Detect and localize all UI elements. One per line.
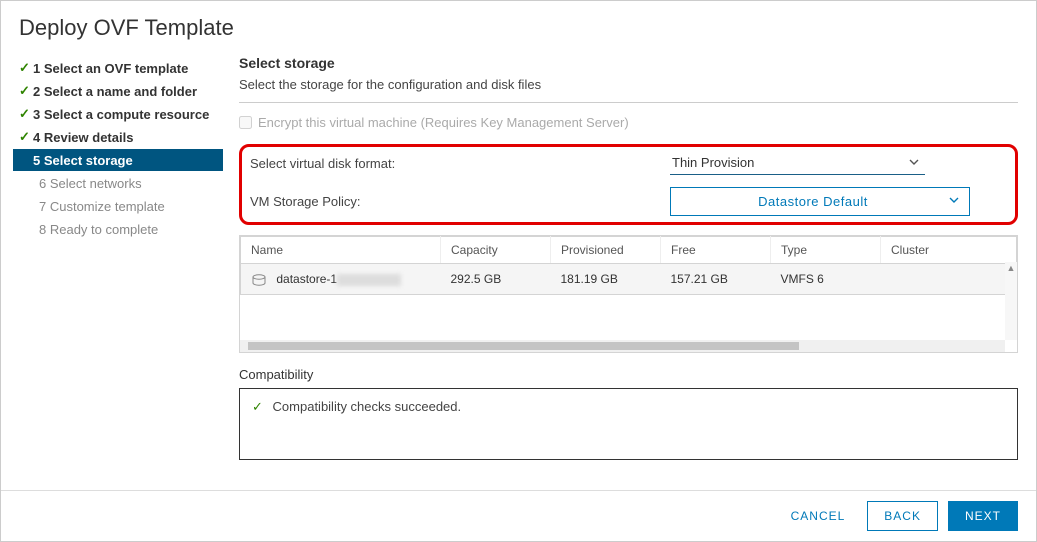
sidebar-item-label: 2 Select a name and folder [33, 84, 197, 99]
sidebar-step-customize-template: 7 Customize template [13, 195, 233, 217]
sidebar-item-label: 7 Customize template [39, 199, 165, 214]
dialog-footer: CANCEL BACK NEXT [1, 490, 1036, 541]
col-free[interactable]: Free [661, 237, 771, 264]
sidebar-item-label: 4 Review details [33, 130, 133, 145]
scrollbar-thumb[interactable] [248, 342, 799, 350]
deploy-ovf-dialog: Deploy OVF Template ✓ 1 Select an OVF te… [0, 0, 1037, 542]
next-button[interactable]: NEXT [948, 501, 1018, 531]
sidebar-step-select-networks: 6 Select networks [13, 172, 233, 194]
compatibility-label: Compatibility [239, 367, 1018, 382]
section-subtitle: Select the storage for the configuration… [239, 77, 1018, 92]
compatibility-box: ✓ Compatibility checks succeeded. [239, 388, 1018, 460]
check-icon: ✓ [19, 106, 33, 122]
sidebar-step-review-details[interactable]: ✓ 4 Review details [13, 126, 233, 148]
sidebar-item-label: 8 Ready to complete [39, 222, 158, 237]
disk-format-label: Select virtual disk format: [250, 156, 670, 171]
sidebar-step-select-storage[interactable]: 5 Select storage [13, 149, 223, 171]
chevron-down-icon [949, 197, 959, 203]
cell-provisioned: 181.19 GB [551, 264, 661, 295]
col-capacity[interactable]: Capacity [441, 237, 551, 264]
datastore-table-container: Name Capacity Provisioned Free Type Clus… [239, 235, 1018, 353]
check-icon: ✓ [252, 399, 263, 414]
divider [239, 102, 1018, 103]
scroll-up-icon[interactable]: ▲ [1005, 262, 1017, 274]
disk-format-value: Thin Provision [672, 155, 754, 170]
wizard-sidebar: ✓ 1 Select an OVF template ✓ 2 Select a … [1, 51, 233, 490]
sidebar-step-ovf-template[interactable]: ✓ 1 Select an OVF template [13, 57, 233, 79]
cell-free: 157.21 GB [661, 264, 771, 295]
encrypt-checkbox [239, 116, 252, 129]
cancel-button[interactable]: CANCEL [779, 501, 858, 531]
wizard-content: Select storage Select the storage for th… [233, 51, 1036, 490]
storage-policy-select[interactable]: Datastore Default [670, 187, 970, 216]
horizontal-scrollbar[interactable] [240, 340, 1005, 352]
datastore-table[interactable]: Name Capacity Provisioned Free Type Clus… [240, 236, 1017, 295]
table-row[interactable]: datastore-1 292.5 GB 181.19 GB 157.21 GB… [241, 264, 1017, 295]
sidebar-item-label: 3 Select a compute resource [33, 107, 209, 122]
col-type[interactable]: Type [771, 237, 881, 264]
redacted-text [337, 274, 401, 286]
sidebar-item-label: 6 Select networks [39, 176, 142, 191]
cell-name: datastore-1 [276, 272, 337, 286]
sidebar-step-ready-complete: 8 Ready to complete [13, 218, 233, 240]
disk-format-select[interactable]: Thin Provision [670, 151, 925, 175]
check-icon: ✓ [19, 129, 33, 145]
cell-capacity: 292.5 GB [441, 264, 551, 295]
col-name[interactable]: Name [241, 237, 441, 264]
section-title: Select storage [239, 55, 1018, 71]
highlight-annotation: Select virtual disk format: Thin Provisi… [239, 144, 1018, 225]
encrypt-checkbox-row: Encrypt this virtual machine (Requires K… [239, 115, 1018, 130]
sidebar-item-label: 1 Select an OVF template [33, 61, 188, 76]
col-cluster[interactable]: Cluster [881, 237, 1017, 264]
check-icon: ✓ [19, 60, 33, 76]
table-header-row: Name Capacity Provisioned Free Type Clus… [241, 237, 1017, 264]
encrypt-label: Encrypt this virtual machine (Requires K… [258, 115, 629, 130]
vertical-scrollbar[interactable]: ▲ [1005, 262, 1017, 340]
compatibility-message: Compatibility checks succeeded. [273, 399, 462, 414]
datastore-icon [251, 274, 267, 286]
dialog-title: Deploy OVF Template [1, 1, 1036, 51]
col-provisioned[interactable]: Provisioned [551, 237, 661, 264]
storage-policy-label: VM Storage Policy: [250, 194, 670, 209]
cell-type: VMFS 6 [771, 264, 881, 295]
back-button[interactable]: BACK [867, 501, 938, 531]
sidebar-step-compute-resource[interactable]: ✓ 3 Select a compute resource [13, 103, 233, 125]
sidebar-item-label: 5 Select storage [33, 153, 133, 168]
check-icon: ✓ [19, 83, 33, 99]
sidebar-step-name-folder[interactable]: ✓ 2 Select a name and folder [13, 80, 233, 102]
cell-cluster [881, 264, 1017, 295]
storage-policy-value: Datastore Default [758, 194, 868, 209]
